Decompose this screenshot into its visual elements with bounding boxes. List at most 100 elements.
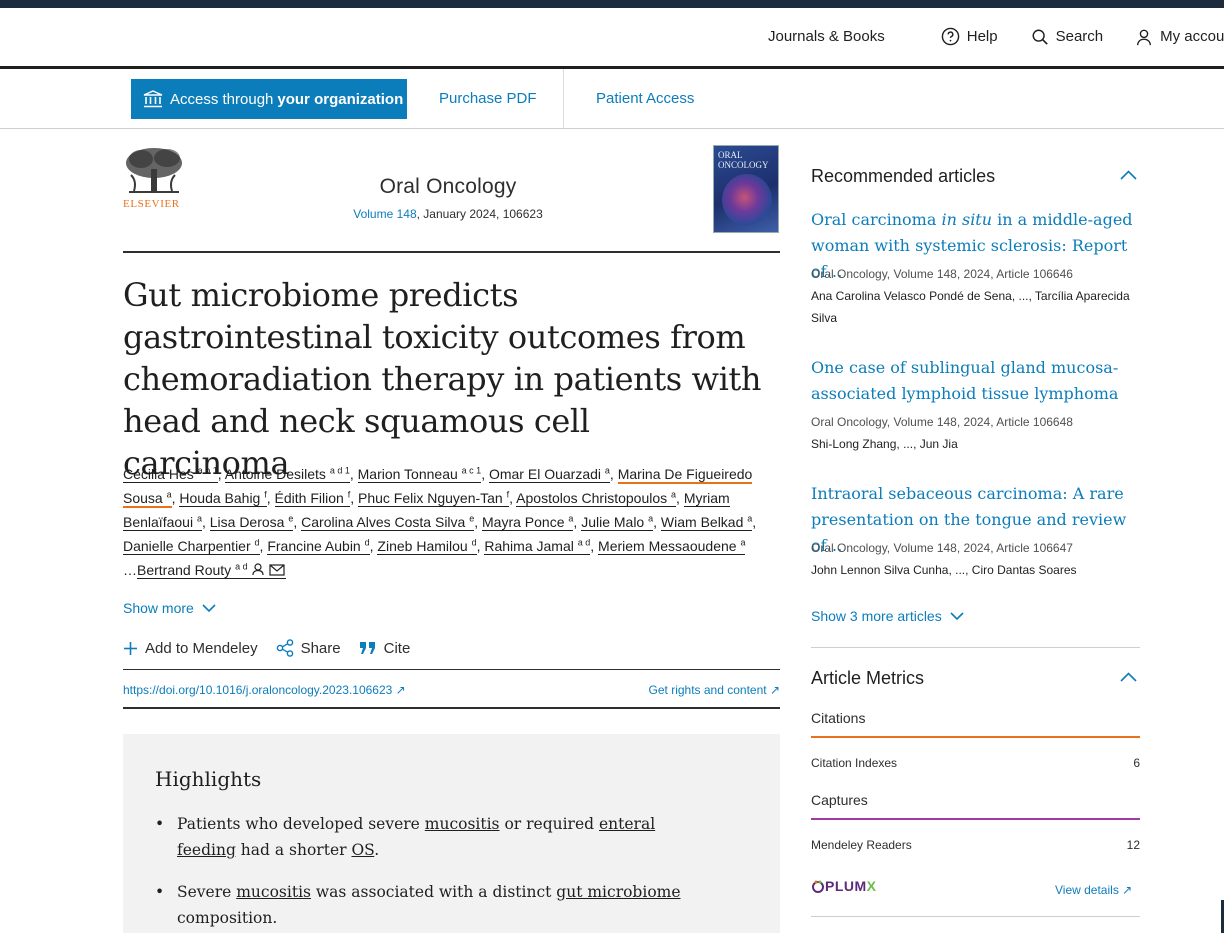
highlight-text: composition.	[177, 909, 278, 927]
show-more-authors-button[interactable]: Show more	[123, 600, 216, 616]
captures-bar	[811, 818, 1140, 820]
get-rights-link[interactable]: Get rights and content ↗	[649, 683, 780, 697]
person-email-icon	[251, 563, 285, 576]
author-link[interactable]: Francine Aubin d	[267, 538, 370, 555]
journal-cover-image[interactable]: ORAL ONCOLOGY	[713, 145, 779, 233]
recommended-article-authors: John Lennon Silva Cunha, ..., Ciro Danta…	[811, 563, 1077, 577]
author-link[interactable]: Édith Filion f	[274, 490, 351, 507]
author-name: Meriem Messaoudene	[598, 538, 737, 554]
access-organization-bold: your organization	[277, 90, 404, 108]
author-affiliation-sup: a	[196, 513, 202, 524]
author-ellipsis: …	[123, 562, 137, 578]
term-link-mucositis[interactable]: mucositis	[236, 883, 311, 901]
author-link[interactable]: Phuc Felix Nguyen-Tan f	[357, 490, 510, 507]
plumx-wordmark-a: PLUM	[825, 878, 867, 894]
elsevier-wordmark: ELSEVIER	[123, 198, 180, 210]
author-name: Zineb Hamilou	[377, 538, 468, 554]
term-link-mucositis[interactable]: mucositis	[425, 815, 500, 833]
author-affiliation-sup: a	[568, 513, 574, 524]
mendeley-readers-row: Mendeley Readers 12	[811, 838, 1140, 852]
view-details-link[interactable]: View details ↗	[1055, 883, 1132, 897]
access-organization-button[interactable]: Access through your organization	[131, 79, 407, 119]
purchase-pdf-link[interactable]: Purchase PDF	[439, 69, 537, 128]
author-link[interactable]: Julie Malo a	[581, 514, 654, 531]
show-more-label: Show more	[123, 600, 194, 616]
author-affiliation-sup: d	[254, 537, 260, 548]
top-strip	[0, 0, 1224, 8]
quote-icon	[359, 642, 375, 654]
highlight-item: Severe mucositis was associated with a d…	[155, 879, 695, 931]
doi-row: https://doi.org/10.1016/j.oraloncology.2…	[123, 669, 780, 709]
site-header: Journals & Books Help Search My accou	[0, 8, 1224, 66]
share-button[interactable]: Share	[276, 639, 341, 657]
citation-indexes-label: Citation Indexes	[811, 756, 898, 770]
author-link[interactable]: Meriem Messaoudene a	[598, 537, 746, 555]
show-more-articles-button[interactable]: Show 3 more articles	[811, 608, 964, 624]
author-name: Bertrand Routy	[137, 562, 232, 578]
author-affiliation-sup: a	[166, 489, 172, 500]
external-link-icon: ↗	[395, 683, 406, 697]
term-link-os[interactable]: OS	[351, 841, 374, 859]
journal-title[interactable]: Oral Oncology	[300, 175, 596, 199]
share-icon	[276, 639, 293, 657]
author-name: Marion Tonneau	[357, 466, 458, 482]
journals-books-link[interactable]: Journals & Books	[768, 28, 885, 45]
term-link-gut-microbiome[interactable]: gut microbiome	[556, 883, 680, 901]
doi-link[interactable]: https://doi.org/10.1016/j.oraloncology.2…	[123, 683, 406, 697]
cover-title: ORAL ONCOLOGY	[718, 150, 769, 170]
plumx-mark-icon	[812, 880, 824, 893]
recommended-articles-heading: Recommended articles	[811, 166, 996, 186]
author-link[interactable]: Houda Bahig f	[179, 490, 267, 507]
author-link[interactable]: Apostolos Christopoulos a	[516, 490, 677, 507]
author-link[interactable]: Marion Tonneau a c 1	[357, 465, 482, 483]
highlight-text: Patients who developed severe	[177, 815, 425, 833]
author-affiliation-sup: a	[740, 537, 746, 548]
author-link[interactable]: Antoine Desilets a d 1	[224, 466, 350, 483]
my-account-link[interactable]: My accou	[1135, 28, 1224, 46]
author-link[interactable]: Rahima Jamal a d	[484, 538, 591, 555]
recommended-article-meta: Oral Oncology, Volume 148, 2024, Article…	[811, 267, 1073, 281]
author-affiliation-sup: a	[604, 465, 610, 476]
chevron-up-icon[interactable]	[1120, 170, 1137, 180]
author-link[interactable]: Cecilia Hes a b 1	[123, 466, 218, 483]
recommended-article-link[interactable]: One case of sublingual gland mucosa-asso…	[811, 355, 1141, 407]
author-name: Carolina Alves Costa Silva	[301, 514, 466, 530]
citation-indexes-row: Citation Indexes 6	[811, 756, 1140, 770]
mendeley-readers-label: Mendeley Readers	[811, 838, 912, 852]
chevron-up-icon[interactable]	[1120, 672, 1137, 682]
cite-button[interactable]: Cite	[359, 639, 410, 657]
help-link[interactable]: Help	[941, 27, 998, 46]
view-details-text: View details	[1055, 883, 1119, 897]
highlight-item: Patients who developed severe mucositis …	[155, 811, 695, 863]
search-link[interactable]: Search	[1031, 28, 1103, 46]
chevron-down-icon	[202, 603, 216, 612]
author-link[interactable]: Zineb Hamilou d	[377, 538, 477, 555]
author-name: Antoine Desilets	[224, 466, 326, 482]
doi-text: https://doi.org/10.1016/j.oraloncology.2…	[123, 683, 393, 697]
author-link[interactable]: Mayra Ponce a	[482, 513, 574, 531]
author-link[interactable]: Bertrand Routy a d	[137, 562, 286, 579]
author-name: Houda Bahig	[179, 490, 261, 506]
title-top-rule	[123, 251, 780, 253]
author-link[interactable]: Wiam Belkad a	[660, 514, 753, 531]
volume-link[interactable]: Volume 148	[353, 207, 416, 221]
author-link[interactable]: Danielle Charpentier d	[123, 538, 260, 555]
access-bar-divider	[563, 69, 564, 128]
patient-access-link[interactable]: Patient Access	[596, 69, 694, 128]
author-affiliation-sup: a b 1	[197, 465, 218, 476]
rec-title-text: Oral carcinoma	[811, 210, 942, 229]
highlight-text: Severe	[177, 883, 237, 901]
person-icon	[1137, 29, 1152, 45]
citations-bar	[811, 736, 1140, 738]
help-circle-icon	[941, 27, 960, 46]
author-name: Lisa Derosa	[209, 514, 285, 530]
rec-title-italic: in situ	[941, 210, 993, 229]
author-affiliation-sup: a c 1	[461, 465, 482, 476]
plumx-logo[interactable]: PLUM X	[811, 878, 877, 894]
author-affiliation-sup: a d	[235, 561, 248, 572]
add-to-mendeley-button[interactable]: Add to Mendeley	[123, 639, 258, 657]
author-name: Édith Filion	[274, 490, 344, 506]
author-link[interactable]: Omar El Ouarzadi a	[488, 465, 610, 483]
author-link[interactable]: Lisa Derosa e	[209, 514, 294, 531]
author-link[interactable]: Carolina Alves Costa Silva e	[301, 514, 475, 531]
